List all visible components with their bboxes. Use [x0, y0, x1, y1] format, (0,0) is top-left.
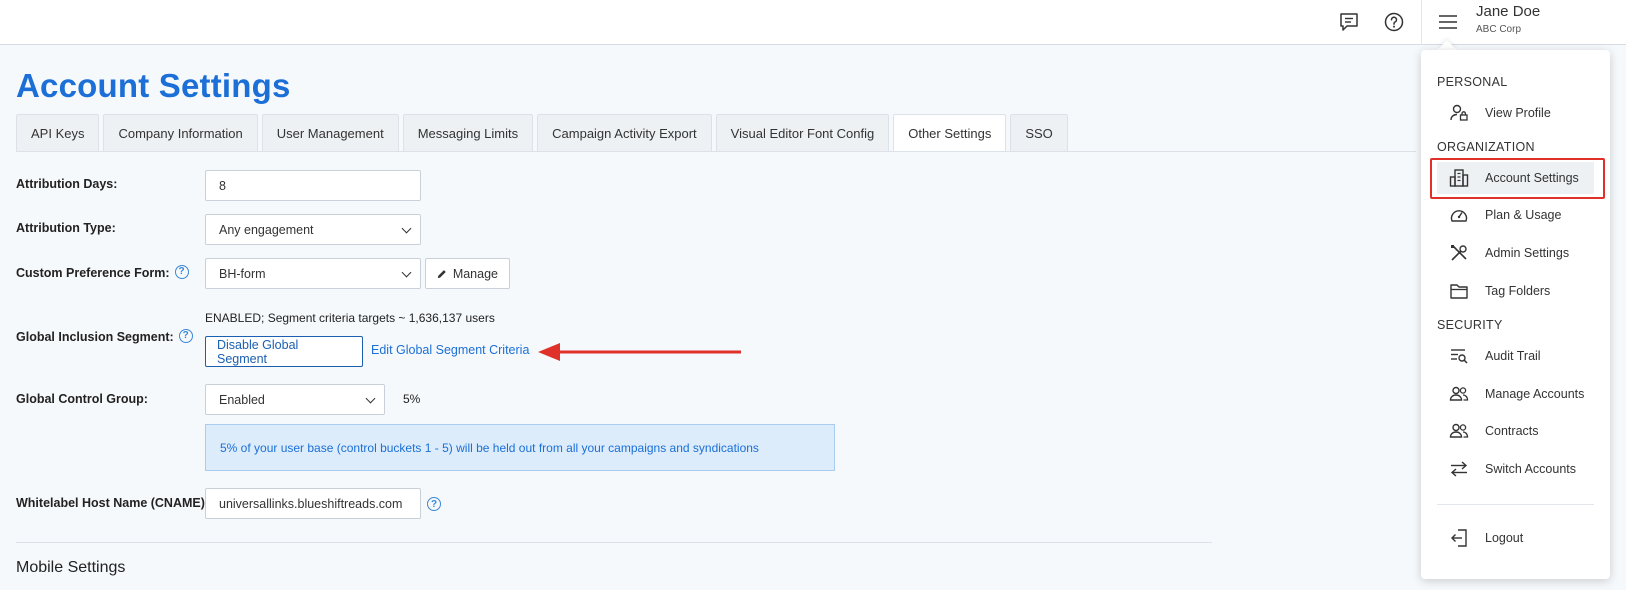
list-search-icon [1447, 346, 1471, 366]
menu-item-label: Audit Trail [1485, 349, 1541, 363]
attribution-type-select[interactable]: Any engagement [205, 214, 421, 245]
gauge-icon [1447, 205, 1471, 225]
annotation-arrow-icon [538, 343, 741, 361]
folder-icon [1447, 281, 1471, 301]
logout-icon [1447, 528, 1471, 548]
settings-tabs: API Keys Company Information User Manage… [16, 114, 1072, 152]
mobile-settings-title: Mobile Settings [16, 559, 126, 576]
menu-divider [1437, 504, 1594, 505]
edit-global-segment-criteria-link[interactable]: Edit Global Segment Criteria [371, 343, 529, 357]
menu-item-logout[interactable]: Logout [1437, 522, 1594, 554]
global-control-info-box: 5% of your user base (control buckets 1 … [205, 424, 835, 471]
menu-item-label: View Profile [1485, 106, 1551, 120]
help-circle-icon[interactable]: ? [427, 497, 441, 511]
menu-heading-personal: PERSONAL [1437, 75, 1508, 89]
users-icon [1447, 421, 1471, 441]
manage-button[interactable]: Manage [425, 258, 510, 289]
global-control-group-label: Global Control Group: [16, 392, 148, 406]
tabs-divider [16, 151, 1416, 152]
custom-preference-form-label-text: Custom Preference Form: [16, 266, 170, 280]
manage-button-label: Manage [452, 266, 498, 281]
menu-item-switch-accounts[interactable]: Switch Accounts [1437, 453, 1594, 485]
pencil-icon [437, 269, 446, 278]
tools-icon [1447, 243, 1471, 263]
user-lock-icon [1447, 103, 1471, 123]
tab-user-management[interactable]: User Management [261, 114, 399, 151]
section-divider [16, 542, 1212, 543]
help-circle-icon[interactable]: ? [174, 264, 189, 279]
menu-item-manage-accounts[interactable]: Manage Accounts [1437, 378, 1594, 410]
menu-item-label: Admin Settings [1485, 246, 1570, 260]
menu-item-label: Logout [1485, 531, 1524, 545]
attribution-days-input[interactable]: 8 [205, 170, 421, 201]
menu-item-admin-settings[interactable]: Admin Settings [1437, 237, 1594, 269]
menu-item-label: Tag Folders [1485, 284, 1551, 298]
help-circle-icon[interactable]: ? [178, 328, 193, 343]
user-org: ABC Corp [1476, 24, 1522, 35]
custom-preference-form-select[interactable]: BH-form [205, 258, 421, 289]
tab-messaging-limits[interactable]: Messaging Limits [402, 114, 534, 151]
custom-preference-form-label: Custom Preference Form:? [16, 264, 189, 281]
menu-item-audit-trail[interactable]: Audit Trail [1437, 340, 1594, 372]
menu-item-contracts[interactable]: Contracts [1437, 415, 1594, 447]
top-bar: Jane Doe ABC Corp [0, 0, 1626, 45]
tab-other-settings[interactable]: Other Settings [893, 114, 1007, 152]
menu-item-view-profile[interactable]: View Profile [1437, 97, 1594, 129]
tab-sso[interactable]: SSO [1010, 114, 1068, 151]
menu-item-label: Contracts [1485, 424, 1539, 438]
hamburger-menu-icon[interactable] [1435, 9, 1461, 35]
help-icon[interactable] [1381, 9, 1407, 35]
tab-campaign-activity-export[interactable]: Campaign Activity Export [537, 114, 712, 151]
menu-heading-organization: ORGANIZATION [1437, 140, 1535, 154]
user-name[interactable]: Jane Doe [1476, 3, 1540, 20]
swap-arrows-icon [1447, 459, 1471, 479]
page-title: Account Settings [16, 67, 291, 104]
attribution-type-label: Attribution Type: [16, 221, 116, 235]
menu-item-plan-usage[interactable]: Plan & Usage [1437, 199, 1594, 231]
menu-heading-security: SECURITY [1437, 318, 1503, 332]
whitelabel-host-label: Whitelabel Host Name (CNAME): [16, 496, 210, 510]
user-dropdown-menu: PERSONAL View Profile ORGANIZATION Accou… [1421, 50, 1610, 579]
global-control-group-select[interactable]: Enabled [205, 384, 385, 415]
annotation-highlight-box [1430, 158, 1605, 199]
global-segment-status: ENABLED; Segment criteria targets ~ 1,63… [205, 311, 495, 325]
menu-item-label: Switch Accounts [1485, 462, 1577, 476]
global-inclusion-segment-label-text: Global Inclusion Segment: [16, 330, 174, 344]
menu-item-label: Plan & Usage [1485, 208, 1562, 222]
tab-api-keys[interactable]: API Keys [16, 114, 100, 151]
whitelabel-host-input[interactable]: universallinks.blueshiftreads.com [205, 488, 421, 519]
global-control-percent: 5% [403, 392, 421, 406]
topbar-divider [1421, 0, 1422, 45]
users-icon [1447, 384, 1471, 404]
feedback-icon[interactable] [1336, 9, 1362, 35]
attribution-days-label: Attribution Days: [16, 177, 118, 191]
tab-company-information[interactable]: Company Information [103, 114, 258, 151]
tab-visual-editor-font-config[interactable]: Visual Editor Font Config [715, 114, 890, 151]
global-inclusion-segment-label: Global Inclusion Segment:? [16, 328, 193, 345]
menu-item-tag-folders[interactable]: Tag Folders [1437, 275, 1594, 307]
menu-item-label: Manage Accounts [1485, 387, 1585, 401]
disable-global-segment-button[interactable]: Disable Global Segment [205, 336, 363, 367]
